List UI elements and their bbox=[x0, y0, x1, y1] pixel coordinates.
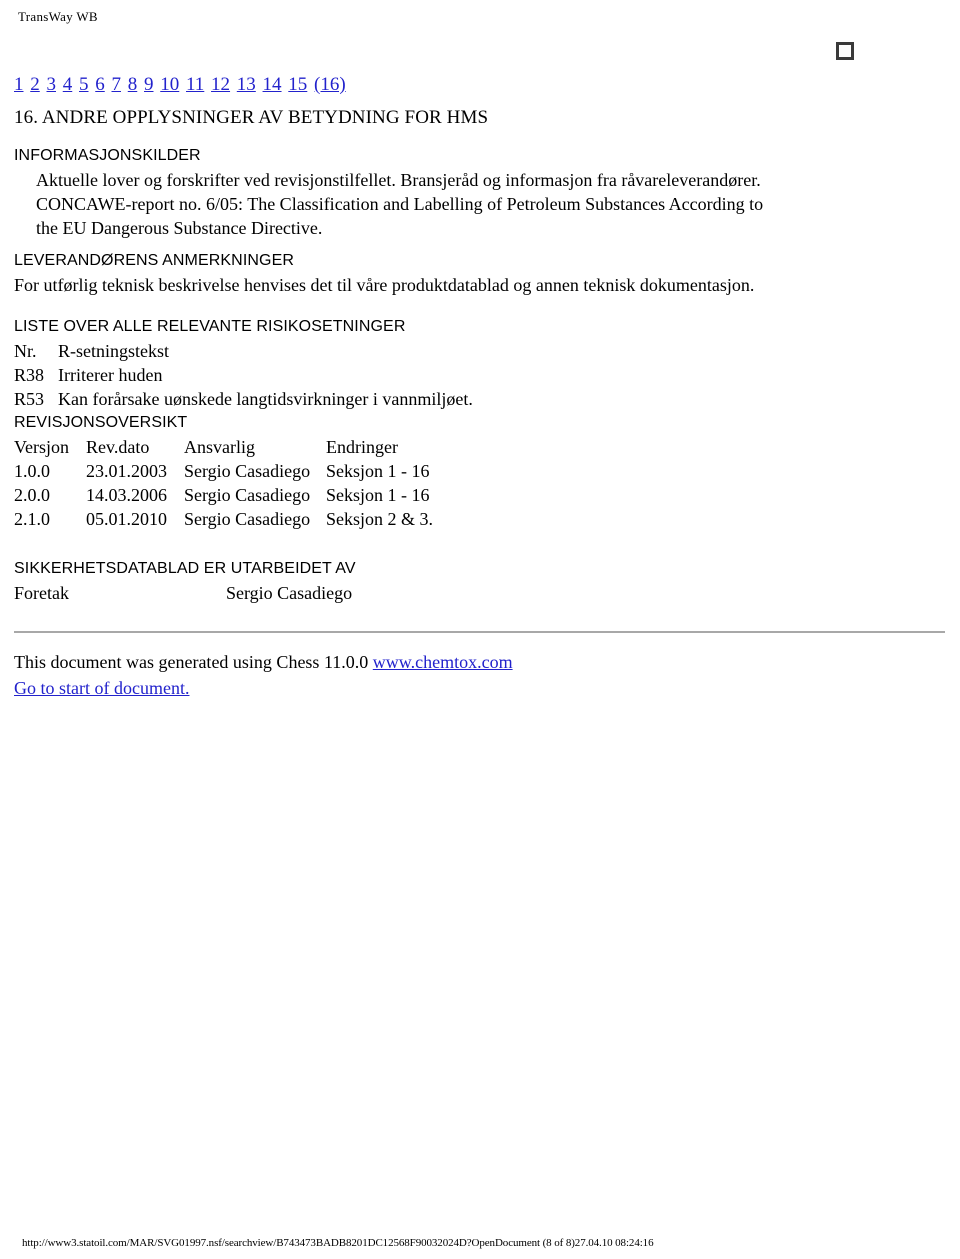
page-link-7[interactable]: 7 bbox=[112, 74, 122, 95]
generated-by-line: This document was generated using Chess … bbox=[14, 649, 946, 675]
start-of-document-line: Go to start of document. bbox=[14, 675, 946, 701]
prepared-by-label: Foretak bbox=[14, 583, 69, 603]
cell-changes: Seksjon 1 - 16 bbox=[326, 461, 430, 481]
table-header-row: Versjon Rev.dato Ansvarlig Endringer bbox=[14, 435, 433, 459]
page-link-14[interactable]: 14 bbox=[263, 74, 282, 95]
horizontal-divider bbox=[14, 631, 945, 633]
risk-phrase-text: Kan forårsake uønskede langtidsvirkninge… bbox=[58, 389, 473, 409]
col-header-date: Rev.dato bbox=[86, 437, 150, 457]
page-link-15[interactable]: 15 bbox=[288, 74, 307, 95]
page-link-12[interactable]: 12 bbox=[211, 74, 230, 95]
risk-phrases-col-nr: Nr. bbox=[14, 341, 37, 361]
go-to-start-of-document-link[interactable]: Go to start of document. bbox=[14, 678, 189, 698]
prepared-by-heading: SIKKERHETSDATABLAD ER UTARBEIDET AV bbox=[14, 560, 356, 577]
info-sources-line-2: CONCAWE-report no. 6/05: The Classificat… bbox=[36, 194, 764, 214]
page-link-current-16[interactable]: (16) bbox=[314, 74, 346, 95]
risk-phrases-heading: LISTE OVER ALLE RELEVANTE RISIKOSETNINGE… bbox=[14, 318, 406, 335]
page-navigation[interactable]: 1 2 3 4 5 6 7 8 9 10 11 12 13 14 15 (16) bbox=[14, 72, 946, 98]
risk-phrase-row: R38 Irriterer huden bbox=[14, 363, 946, 387]
cell-date: 05.01.2010 bbox=[86, 509, 167, 529]
document-page: TransWay WB 1 2 3 4 5 6 7 8 9 10 11 12 1… bbox=[0, 0, 960, 1259]
revision-history-heading: REVISJONSOVERSIKT bbox=[14, 414, 188, 431]
cell-changes: Seksjon 2 & 3. bbox=[326, 509, 434, 529]
page-link-13[interactable]: 13 bbox=[237, 74, 256, 95]
document-header-title: TransWay WB bbox=[18, 9, 98, 24]
document-body: 1 2 3 4 5 6 7 8 9 10 11 12 13 14 15 (16)… bbox=[14, 72, 946, 701]
page-link-1[interactable]: 1 bbox=[14, 74, 24, 95]
prepared-by-value: Sergio Casadiego bbox=[226, 583, 353, 603]
page-link-8[interactable]: 8 bbox=[128, 74, 138, 95]
generated-by-text: This document was generated using Chess … bbox=[14, 652, 373, 672]
cell-version: 2.1.0 bbox=[14, 509, 50, 529]
cell-version: 2.0.0 bbox=[14, 485, 50, 505]
cell-version: 1.0.0 bbox=[14, 461, 50, 481]
table-row: 2.0.0 14.03.2006 Sergio Casadiego Seksjo… bbox=[14, 483, 433, 507]
info-sources-line-3: the EU Dangerous Substance Directive. bbox=[36, 218, 323, 238]
risk-phrases-list: Nr. R-setningstekst R38 Irriterer huden R5… bbox=[14, 339, 946, 411]
risk-phrase-text: Irriterer huden bbox=[58, 365, 163, 385]
cell-changes: Seksjon 1 - 16 bbox=[326, 485, 430, 505]
page-link-11[interactable]: 11 bbox=[186, 74, 204, 95]
risk-phrase-row: R53 Kan forårsake uønskede langtidsvirkni… bbox=[14, 387, 946, 411]
section-heading: 16. ANDRE OPPLYSNINGER AV BETYDNING FOR … bbox=[14, 107, 489, 128]
risk-phrase-code: R38 bbox=[14, 365, 45, 385]
info-sources-line-1: Aktuelle lover og forskrifter ved revisj… bbox=[36, 170, 761, 190]
page-link-2[interactable]: 2 bbox=[30, 74, 40, 95]
page-link-9[interactable]: 9 bbox=[144, 74, 154, 95]
supplier-notes-heading: LEVERANDØRENS ANMERKNINGER bbox=[14, 252, 294, 269]
risk-phrases-col-text: R-setningstekst bbox=[58, 341, 169, 361]
prepared-by-row: Foretak Sergio Casadiego bbox=[14, 581, 946, 605]
cell-responsible: Sergio Casadiego bbox=[184, 485, 311, 505]
cell-date: 23.01.2003 bbox=[86, 461, 167, 481]
col-header-changes: Endringer bbox=[326, 437, 398, 457]
footer-url-timestamp: http://www3.statoil.com/MAR/SVG01997.nsf… bbox=[22, 1237, 654, 1249]
cell-responsible: Sergio Casadiego bbox=[184, 509, 311, 529]
col-header-responsible: Ansvarlig bbox=[184, 437, 255, 457]
chemtox-website-link[interactable]: www.chemtox.com bbox=[373, 652, 513, 672]
cell-responsible: Sergio Casadiego bbox=[184, 461, 311, 481]
cell-date: 14.03.2006 bbox=[86, 485, 167, 505]
page-link-6[interactable]: 6 bbox=[95, 74, 105, 95]
col-header-version: Versjon bbox=[14, 437, 69, 457]
page-link-3[interactable]: 3 bbox=[47, 74, 57, 95]
risk-phrases-header-row: Nr. R-setningstekst bbox=[14, 339, 946, 363]
risk-phrase-code: R53 bbox=[14, 389, 45, 409]
empty-checkbox-icon bbox=[836, 42, 854, 60]
page-link-10[interactable]: 10 bbox=[160, 74, 179, 95]
table-row: 2.1.0 05.01.2010 Sergio Casadiego Seksjo… bbox=[14, 507, 433, 531]
page-link-5[interactable]: 5 bbox=[79, 74, 89, 95]
table-row: 1.0.0 23.01.2003 Sergio Casadiego Seksjo… bbox=[14, 459, 433, 483]
page-link-4[interactable]: 4 bbox=[63, 74, 73, 95]
revision-history-table: Versjon Rev.dato Ansvarlig Endringer 1.0… bbox=[14, 435, 433, 531]
supplier-notes-text: For utførlig teknisk beskrivelse henvise… bbox=[14, 275, 755, 295]
info-sources-heading: INFORMASJONSKILDER bbox=[14, 147, 201, 164]
